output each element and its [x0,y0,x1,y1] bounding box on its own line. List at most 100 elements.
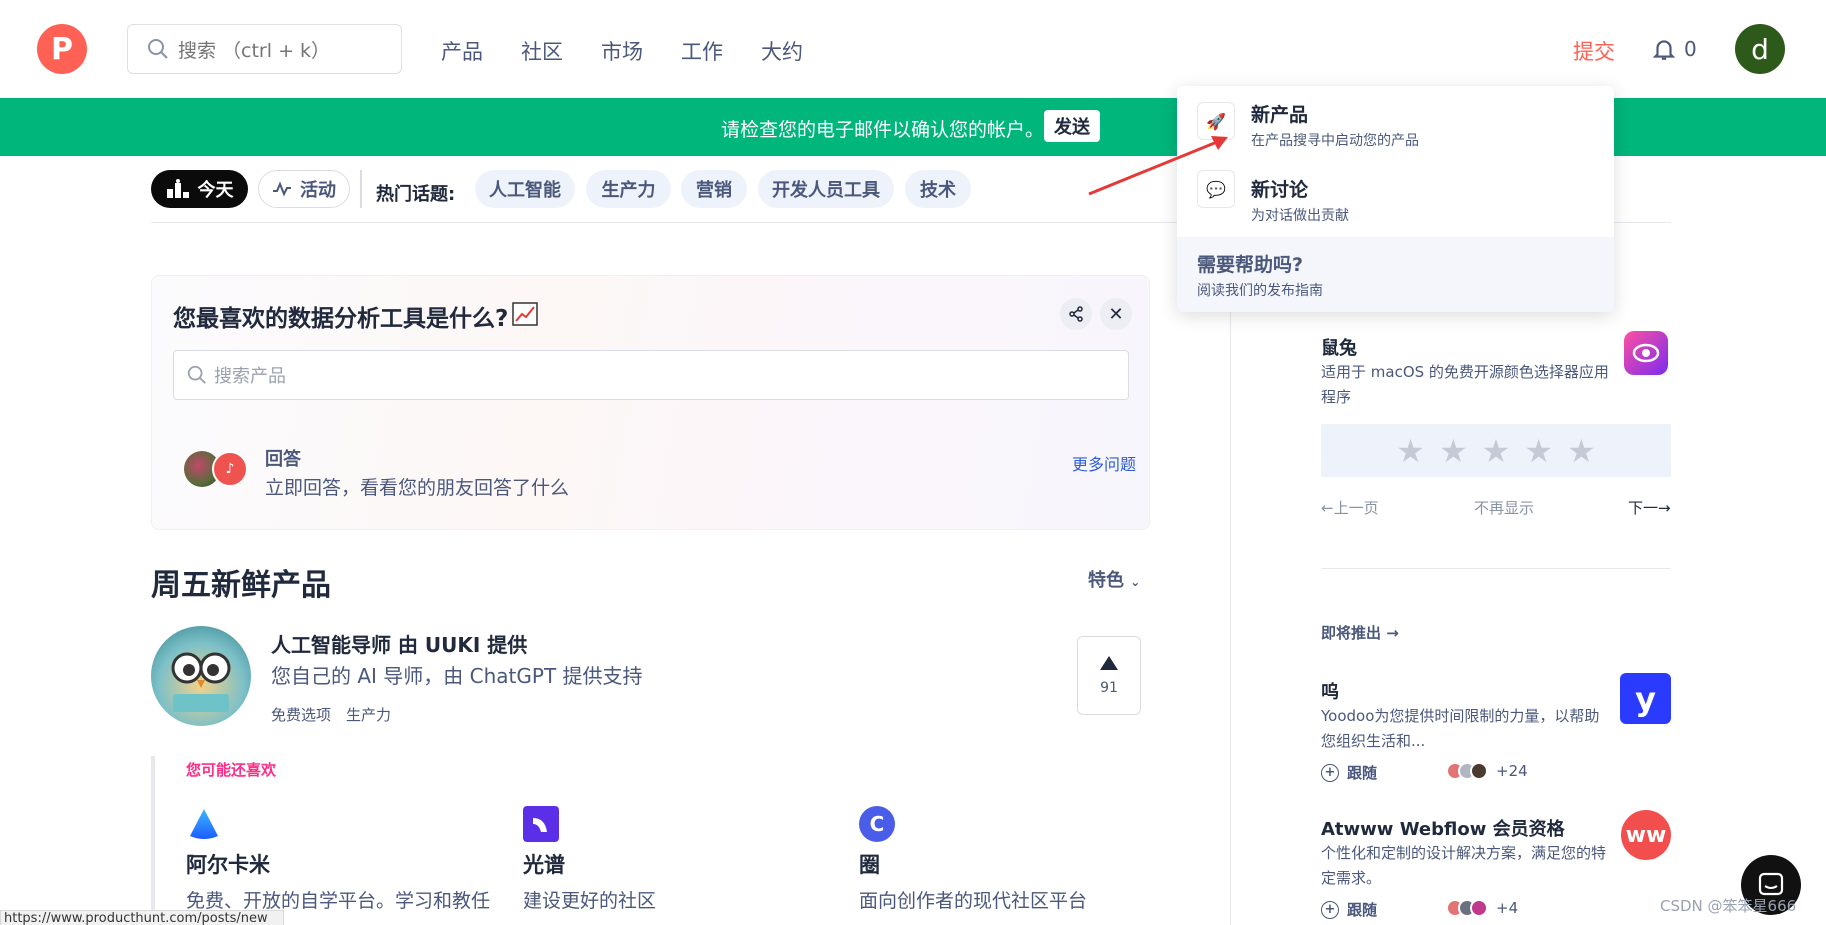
pika-logo[interactable] [1624,331,1668,375]
topic-dev-tools[interactable]: 开发人员工具 [758,170,894,208]
vote-count: 91 [1100,679,1118,696]
product-tag-free[interactable]: 免费选项 [271,704,331,725]
star-icon[interactable]: ★ [1396,432,1425,470]
also-like-name-1[interactable]: 阿尔卡米 [186,849,270,879]
nav-products[interactable]: 产品 [441,36,483,66]
bell-icon[interactable] [1651,36,1677,62]
review-product-desc: 适用于 macOS 的免费开源颜色选择器应用程序 [1321,363,1609,406]
dont-show-again-link[interactable]: 不再显示 [1474,497,1534,518]
spectrum-logo-icon[interactable] [523,806,559,842]
upcoming-desc-1: Yoodoo为您提供时间限制的力量，以帮助您组织生活和... [1321,707,1600,750]
submit-dropdown-menu: 🚀 新产品 在产品搜寻中启动您的产品 💬 新讨论 为对话做出贡献 需要帮助吗? … [1177,86,1614,312]
close-button[interactable]: ✕ [1100,298,1132,330]
answer-title[interactable]: 回答 [265,445,301,471]
nav-community[interactable]: 社区 [521,36,563,66]
star-icon[interactable]: ★ [1439,432,1468,470]
follow-label: 跟随 [1347,764,1378,782]
product-logo[interactable] [151,626,251,726]
also-like-name-2[interactable]: 光谱 [523,849,565,879]
search-icon [187,365,206,384]
activity-filter[interactable]: 活动 [258,170,350,208]
star-rating[interactable]: ★ ★ ★ ★ ★ [1321,424,1671,477]
submit-link[interactable]: 提交 [1573,36,1615,66]
nav-marketplace[interactable]: 市场 [601,36,643,66]
search-icon [148,39,168,59]
new-product-option[interactable]: 新产品 [1251,100,1308,127]
avatar [1470,899,1488,917]
star-icon[interactable]: ★ [1524,432,1553,470]
plus-icon: + [1321,763,1339,782]
today-filter[interactable]: 今天 [151,170,248,208]
avatar-letter: d [1751,32,1769,66]
atwww-logo[interactable]: ww [1621,810,1671,860]
new-discussion-option[interactable]: 新讨论 [1251,175,1308,202]
share-icon [1069,306,1083,322]
upvote-button[interactable]: 91 [1077,636,1141,715]
upcoming-name-2[interactable]: Atwww Webflow 会员资格 [1321,815,1565,841]
notification-count: 0 [1684,37,1697,61]
circle-logo-icon[interactable]: C [859,806,895,842]
new-discussion-subtitle: 为对话做出贡献 [1251,208,1349,224]
also-like-title: 您可能还喜欢 [186,761,277,779]
star-icon[interactable]: ★ [1482,432,1511,470]
follower-avatars: +4 [1446,899,1519,917]
sort-dropdown[interactable]: 特色 ⌄ [1088,566,1140,592]
search-placeholder: 搜索 （ctrl + k） [178,39,331,62]
help-subtitle: 阅读我们的发布指南 [1197,283,1323,299]
coming-soon-link[interactable]: 即将推出 → [1321,622,1399,643]
upcoming-desc-2: 个性化和定制的设计解决方案，满足您的特定需求。 [1321,844,1607,887]
follower-count: +4 [1496,899,1519,917]
upvote-triangle-icon [1100,655,1118,670]
follow-button-1[interactable]: + 跟随 [1321,762,1377,783]
more-questions-link[interactable]: 更多问题 [1072,451,1136,475]
owl-icon [171,652,231,712]
user-avatar[interactable]: d [1735,24,1785,74]
question-title: 您最喜欢的数据分析工具是什么? [173,306,509,332]
section-title: 周五新鲜产品 [151,568,331,603]
banner-text: 请检查您的电子邮件以确认您的帐户。 [721,119,1045,141]
next-link[interactable]: 下一→ [1628,497,1671,518]
friend-avatar-music-icon: ♪ [212,451,248,487]
topic-ai[interactable]: 人工智能 [475,170,575,208]
review-product-name[interactable]: 鼠兔 [1321,334,1357,360]
eye-icon [1632,343,1660,363]
follow-button-2[interactable]: + 跟随 [1321,899,1377,920]
sort-label: 特色 [1088,570,1124,591]
filter-divider [360,170,362,208]
status-bar-url: https://www.producthunt.com/posts/new [0,910,284,925]
yoodoo-logo[interactable]: y [1620,673,1671,724]
also-like-desc-3: 面向创作者的现代社区平台 [859,890,1088,912]
follower-count: +24 [1496,762,1528,780]
upcoming-name-1[interactable]: 呜 [1321,678,1339,704]
podium-icon [166,179,189,198]
follow-label: 跟随 [1347,901,1378,919]
topic-tech[interactable]: 技术 [905,170,971,208]
chevron-down-icon: ⌄ [1130,575,1141,589]
today-label: 今天 [197,180,234,201]
follower-avatars: +24 [1446,762,1528,780]
previous-link[interactable]: ←上一页 [1321,497,1379,518]
product-tag-productivity[interactable]: 生产力 [346,704,391,725]
close-icon: ✕ [1108,303,1124,325]
question-card: 您最喜欢的数据分析工具是什么? ✕ 搜索产品 ♪ 回答 立即回答，看看您的朋友回… [151,275,1150,530]
watermark: CSDN @笨笨星666 [1660,897,1797,915]
product-name[interactable]: 人工智能导师 由 UUKI 提供 [271,629,527,658]
nav-about[interactable]: 大约 [761,36,803,66]
activity-label: 活动 [300,180,336,201]
nav-jobs[interactable]: 工作 [681,36,723,66]
product-description: 您自己的 AI 导师，由 ChatGPT 提供支持 [271,664,643,688]
avatar [1470,762,1488,780]
topic-marketing[interactable]: 营销 [681,170,747,208]
topic-productivity[interactable]: 生产力 [586,170,671,208]
alkami-logo-icon[interactable] [186,806,222,842]
answer-subtitle: 立即回答，看看您的朋友回答了什么 [265,477,570,499]
also-like-bar [151,756,155,925]
search-input[interactable]: 搜索 （ctrl + k） [127,24,402,74]
also-like-name-3[interactable]: 圈 [859,849,880,879]
column-divider [1230,222,1231,925]
help-section[interactable]: 需要帮助吗? 阅读我们的发布指南 [1177,237,1614,312]
share-button[interactable] [1060,298,1092,330]
product-search-input[interactable]: 搜索产品 [173,350,1129,400]
star-icon[interactable]: ★ [1567,432,1596,470]
product-hunt-logo[interactable]: P [37,24,87,74]
